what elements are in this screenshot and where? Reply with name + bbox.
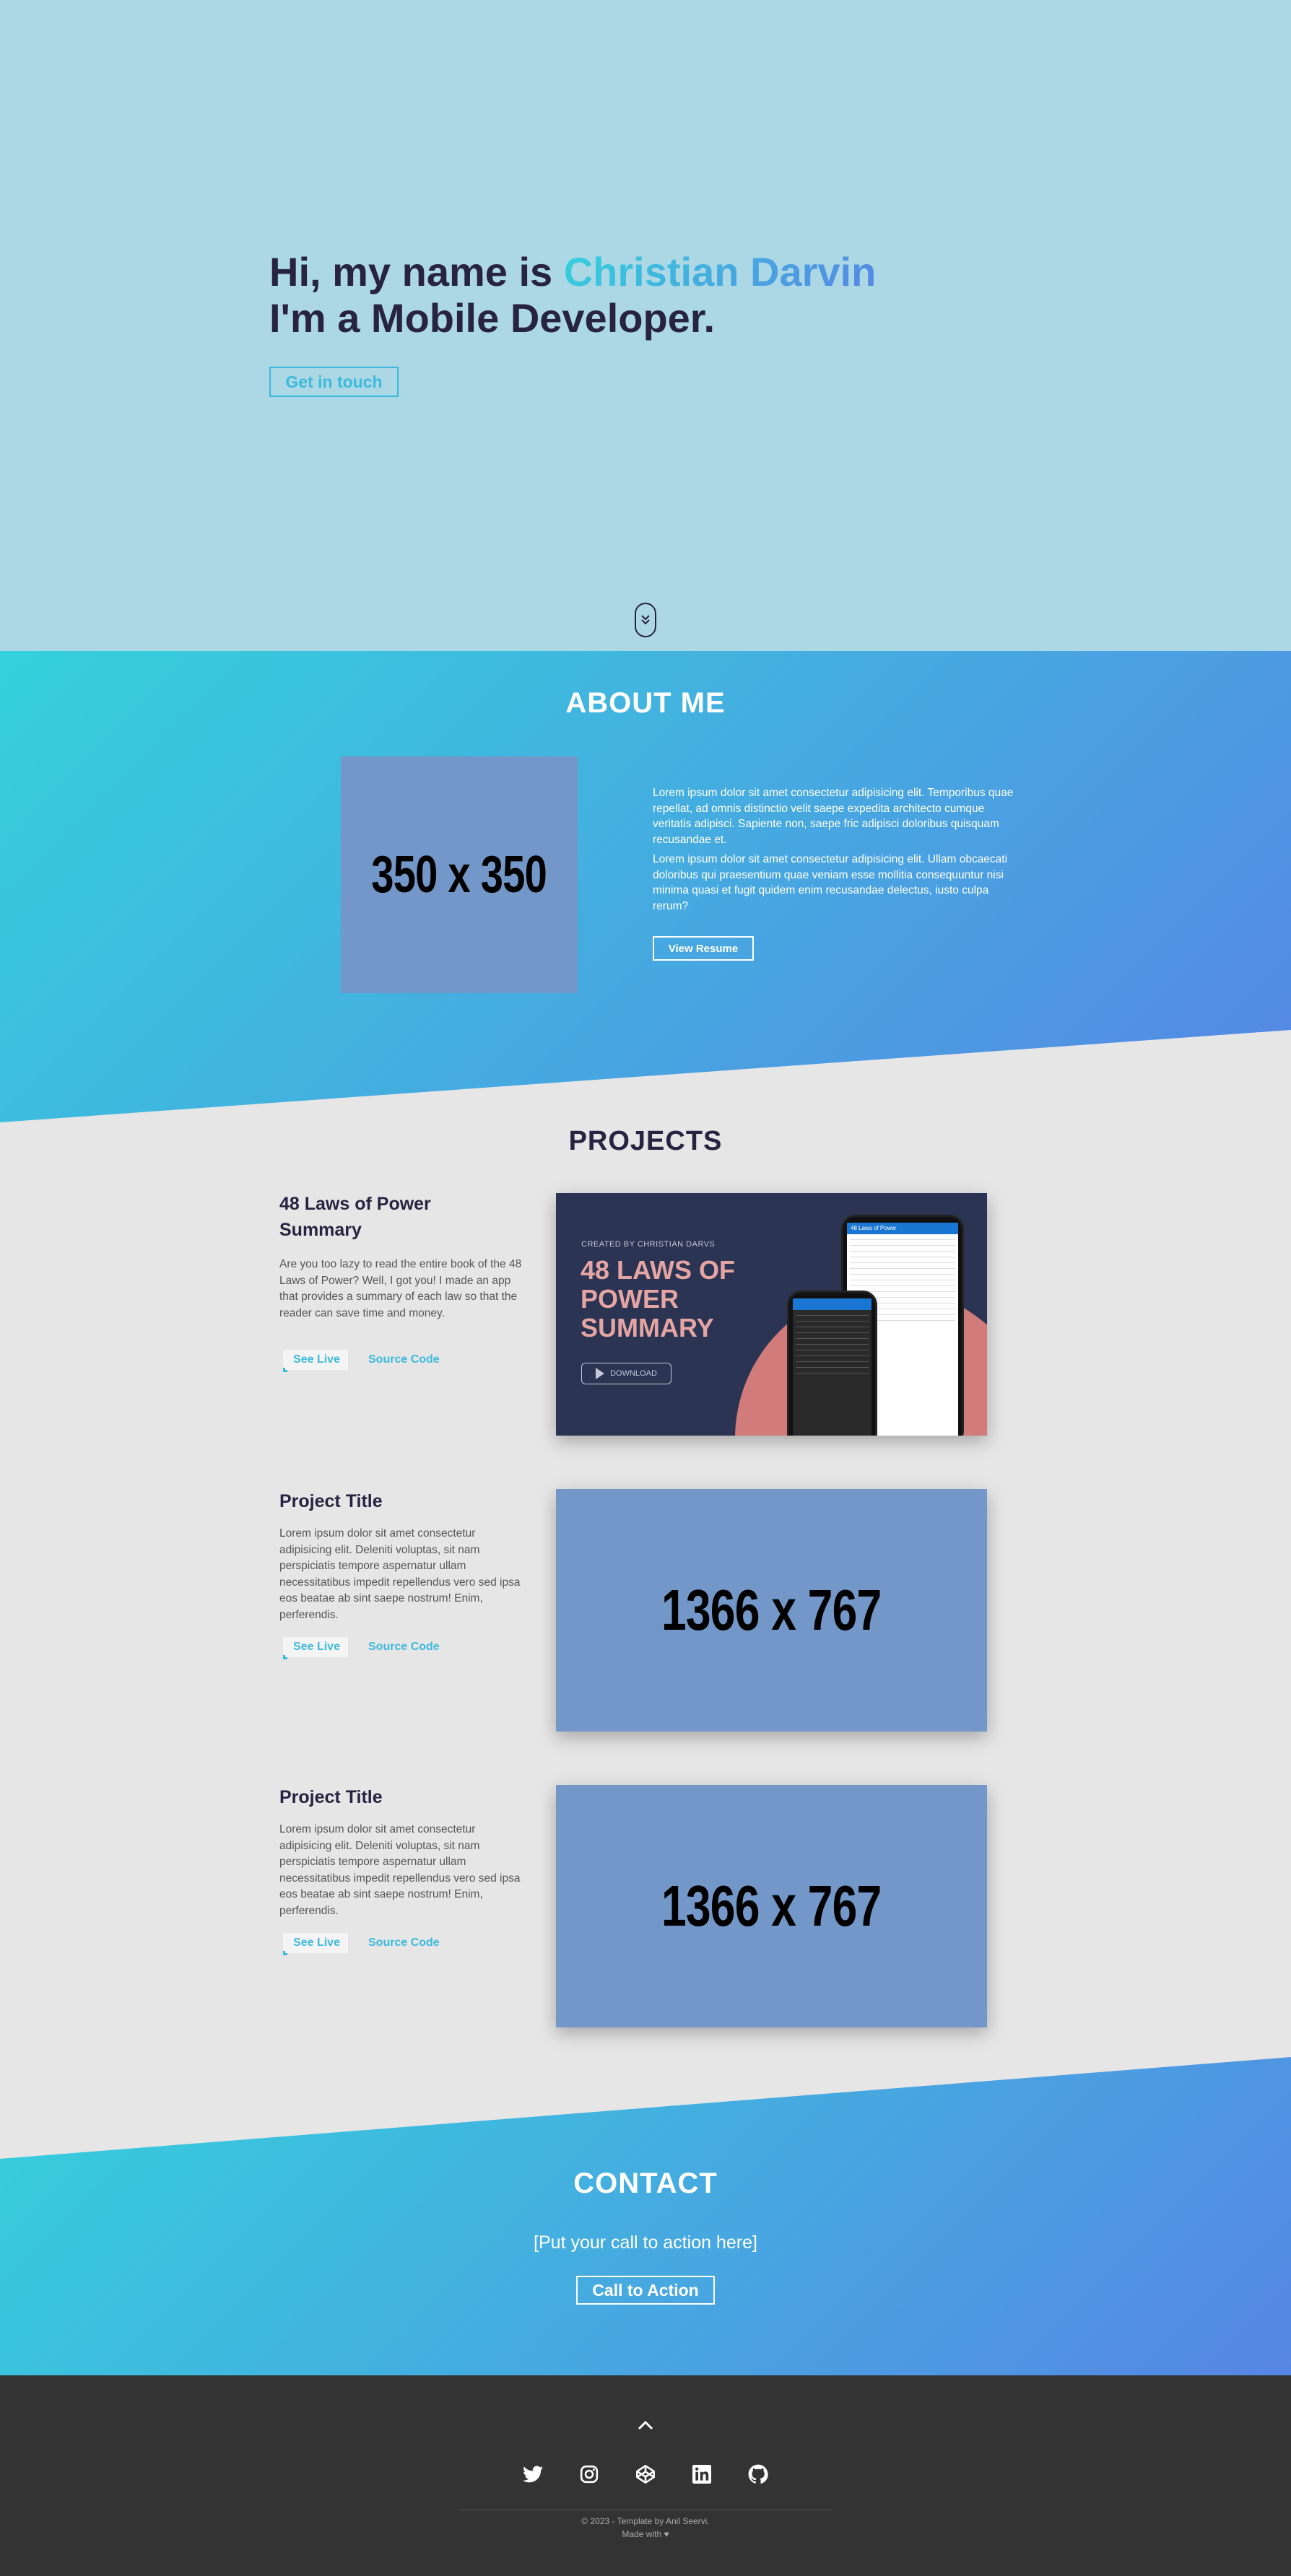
- see-live-button[interactable]: See Live: [283, 1933, 348, 1955]
- see-live-label: See Live: [293, 1353, 340, 1366]
- download-badge: DOWNLOAD: [581, 1363, 671, 1384]
- source-code-link[interactable]: Source Code: [368, 1637, 455, 1657]
- created-by-label: CREATED BY CHRISTIAN DARVS: [581, 1240, 716, 1249]
- project-description: Lorem ipsum dolor sit amet consectetur a…: [279, 1823, 521, 1917]
- profile-image-placeholder: 350 x 350: [341, 756, 578, 993]
- codepen-icon[interactable]: [635, 2463, 656, 2485]
- project-title: Project Title: [279, 1787, 383, 1807]
- app-promo-title: 48 LAWS OF POWER SUMMARY: [581, 1255, 736, 1342]
- app-bar-title: 48 Laws of Power: [847, 1223, 958, 1234]
- project-image-size-label: 1366 x 767: [661, 1578, 882, 1642]
- project-description: Are you too lazy to read the entire book…: [279, 1258, 522, 1319]
- hero-greeting: Hi, my name is: [269, 249, 564, 294]
- project-image-size-label: 1366 x 767: [661, 1874, 882, 1938]
- projects-heading: PROJECTS: [568, 1126, 723, 1156]
- source-code-link[interactable]: Source Code: [368, 1933, 455, 1953]
- contact-subtitle: [Put your call to action here]: [534, 2232, 757, 2253]
- project-title: Project Title: [279, 1491, 383, 1511]
- instagram-icon[interactable]: [578, 2463, 600, 2485]
- about-section: ABOUT ME 350 x 350 Lorem ipsum dolor sit…: [0, 651, 1291, 1122]
- footer: © 2023 - Template by Anil Seervi. Made w…: [0, 2375, 1291, 2576]
- see-live-button[interactable]: See Live: [283, 1637, 348, 1659]
- made-with-text: Made with ♥: [622, 2529, 669, 2539]
- about-text: Lorem ipsum dolor sit amet consectetur a…: [653, 785, 1014, 918]
- project-image-placeholder[interactable]: 1366 x 767: [556, 1785, 987, 2027]
- project-title: 48 Laws of Power Summary: [279, 1194, 431, 1240]
- github-icon[interactable]: [747, 2463, 769, 2485]
- view-resume-button[interactable]: View Resume: [653, 936, 754, 961]
- download-label: DOWNLOAD: [610, 1369, 657, 1378]
- see-live-label: See Live: [293, 1641, 340, 1653]
- hero-tagline: I'm a Mobile Developer.: [269, 295, 716, 341]
- hero-title: Hi, my name is Christian Darvin I'm a Mo…: [269, 249, 876, 341]
- see-live-label: See Live: [293, 1937, 340, 1949]
- copyright-text: © 2023 - Template by Anil Seervi.: [581, 2516, 710, 2526]
- chevron-up-icon: [638, 2420, 653, 2430]
- back-to-top-button[interactable]: [635, 2414, 656, 2436]
- about-heading: ABOUT ME: [565, 687, 726, 719]
- source-code-link[interactable]: Source Code: [368, 1350, 455, 1370]
- linkedin-icon[interactable]: [691, 2463, 713, 2485]
- contact-heading: CONTACT: [573, 2167, 718, 2199]
- phone-mockup-front: [787, 1291, 877, 1436]
- project-description: Lorem ipsum dolor sit amet consectetur a…: [279, 1527, 521, 1621]
- project-image[interactable]: CREATED BY CHRISTIAN DARVS 48 LAWS OF PO…: [556, 1193, 987, 1436]
- about-paragraph-2: Lorem ipsum dolor sit amet consectetur a…: [653, 853, 1008, 912]
- see-live-button[interactable]: See Live: [283, 1350, 348, 1372]
- profile-image-size-label: 350 x 350: [371, 846, 548, 904]
- play-icon: [596, 1368, 605, 1379]
- twitter-icon[interactable]: [522, 2463, 544, 2485]
- hero-name: Christian Darvin: [563, 249, 877, 294]
- get-in-touch-button[interactable]: Get in touch: [269, 367, 399, 397]
- scroll-down-button[interactable]: [635, 603, 656, 637]
- hero-section: Hi, my name is Christian Darvin I'm a Mo…: [0, 0, 1291, 651]
- call-to-action-button[interactable]: Call to Action: [576, 2276, 715, 2305]
- contact-section: [0, 2057, 1291, 2376]
- chevron-down-icon: [641, 615, 650, 625]
- project-image-placeholder[interactable]: 1366 x 767: [556, 1489, 987, 1732]
- social-links: [0, 2463, 1291, 2485]
- about-paragraph-1: Lorem ipsum dolor sit amet consectetur a…: [653, 787, 1014, 846]
